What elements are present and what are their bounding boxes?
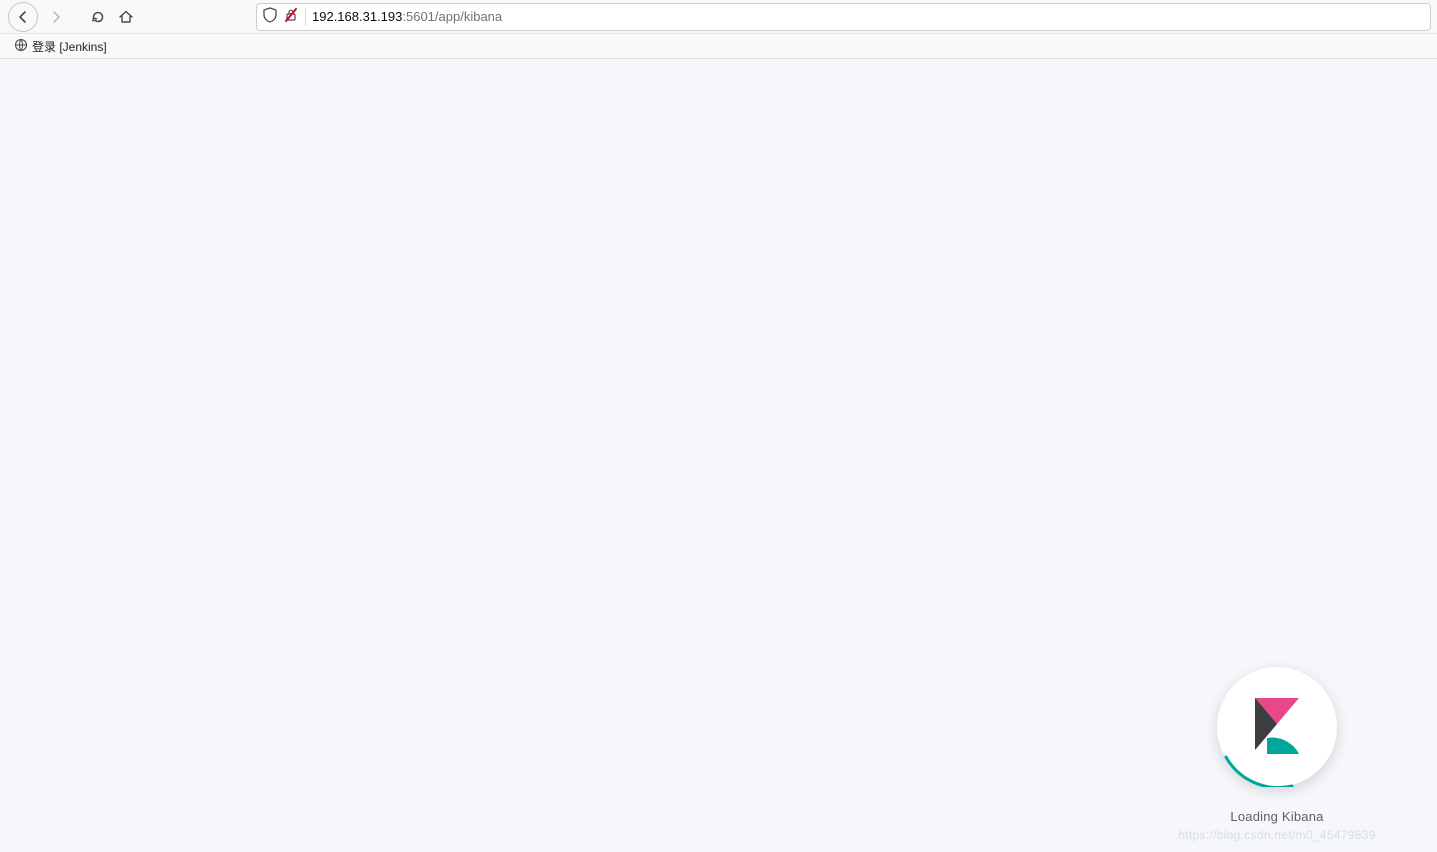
- arrow-left-icon: [13, 7, 33, 27]
- kibana-loading-splash: Loading Kibana https://blog.csdn.net/m0_…: [1177, 667, 1377, 842]
- url-bar[interactable]: 192.168.31.193:5601/app/kibana: [256, 3, 1431, 31]
- browser-toolbar: 192.168.31.193:5601/app/kibana: [0, 0, 1437, 34]
- globe-icon: [14, 38, 28, 55]
- url-rest: :5601/app/kibana: [402, 9, 502, 24]
- forward-button[interactable]: [46, 7, 66, 27]
- page-viewport: Loading Kibana https://blog.csdn.net/m0_…: [0, 59, 1437, 852]
- bookmark-jenkins[interactable]: 登录 [Jenkins]: [10, 36, 111, 57]
- tracking-shield-icon: [263, 7, 277, 26]
- bookmarks-bar: 登录 [Jenkins]: [0, 34, 1437, 59]
- watermark-text: https://blog.csdn.net/m0_45479839: [1178, 828, 1375, 842]
- loading-label: Loading Kibana: [1230, 809, 1323, 824]
- bookmark-label: 登录 [Jenkins]: [32, 38, 107, 55]
- home-button[interactable]: [116, 7, 136, 27]
- loading-arc-icon: [1217, 667, 1337, 787]
- urlbar-separator: [305, 8, 306, 26]
- reload-button[interactable]: [88, 7, 108, 27]
- url-text: 192.168.31.193:5601/app/kibana: [312, 9, 502, 24]
- site-identity[interactable]: [263, 7, 299, 26]
- insecure-connection-icon: [283, 7, 299, 26]
- nav-buttons: [8, 2, 136, 32]
- kibana-splash-circle: [1217, 667, 1337, 787]
- back-button[interactable]: [8, 2, 38, 32]
- url-host: 192.168.31.193: [312, 9, 402, 24]
